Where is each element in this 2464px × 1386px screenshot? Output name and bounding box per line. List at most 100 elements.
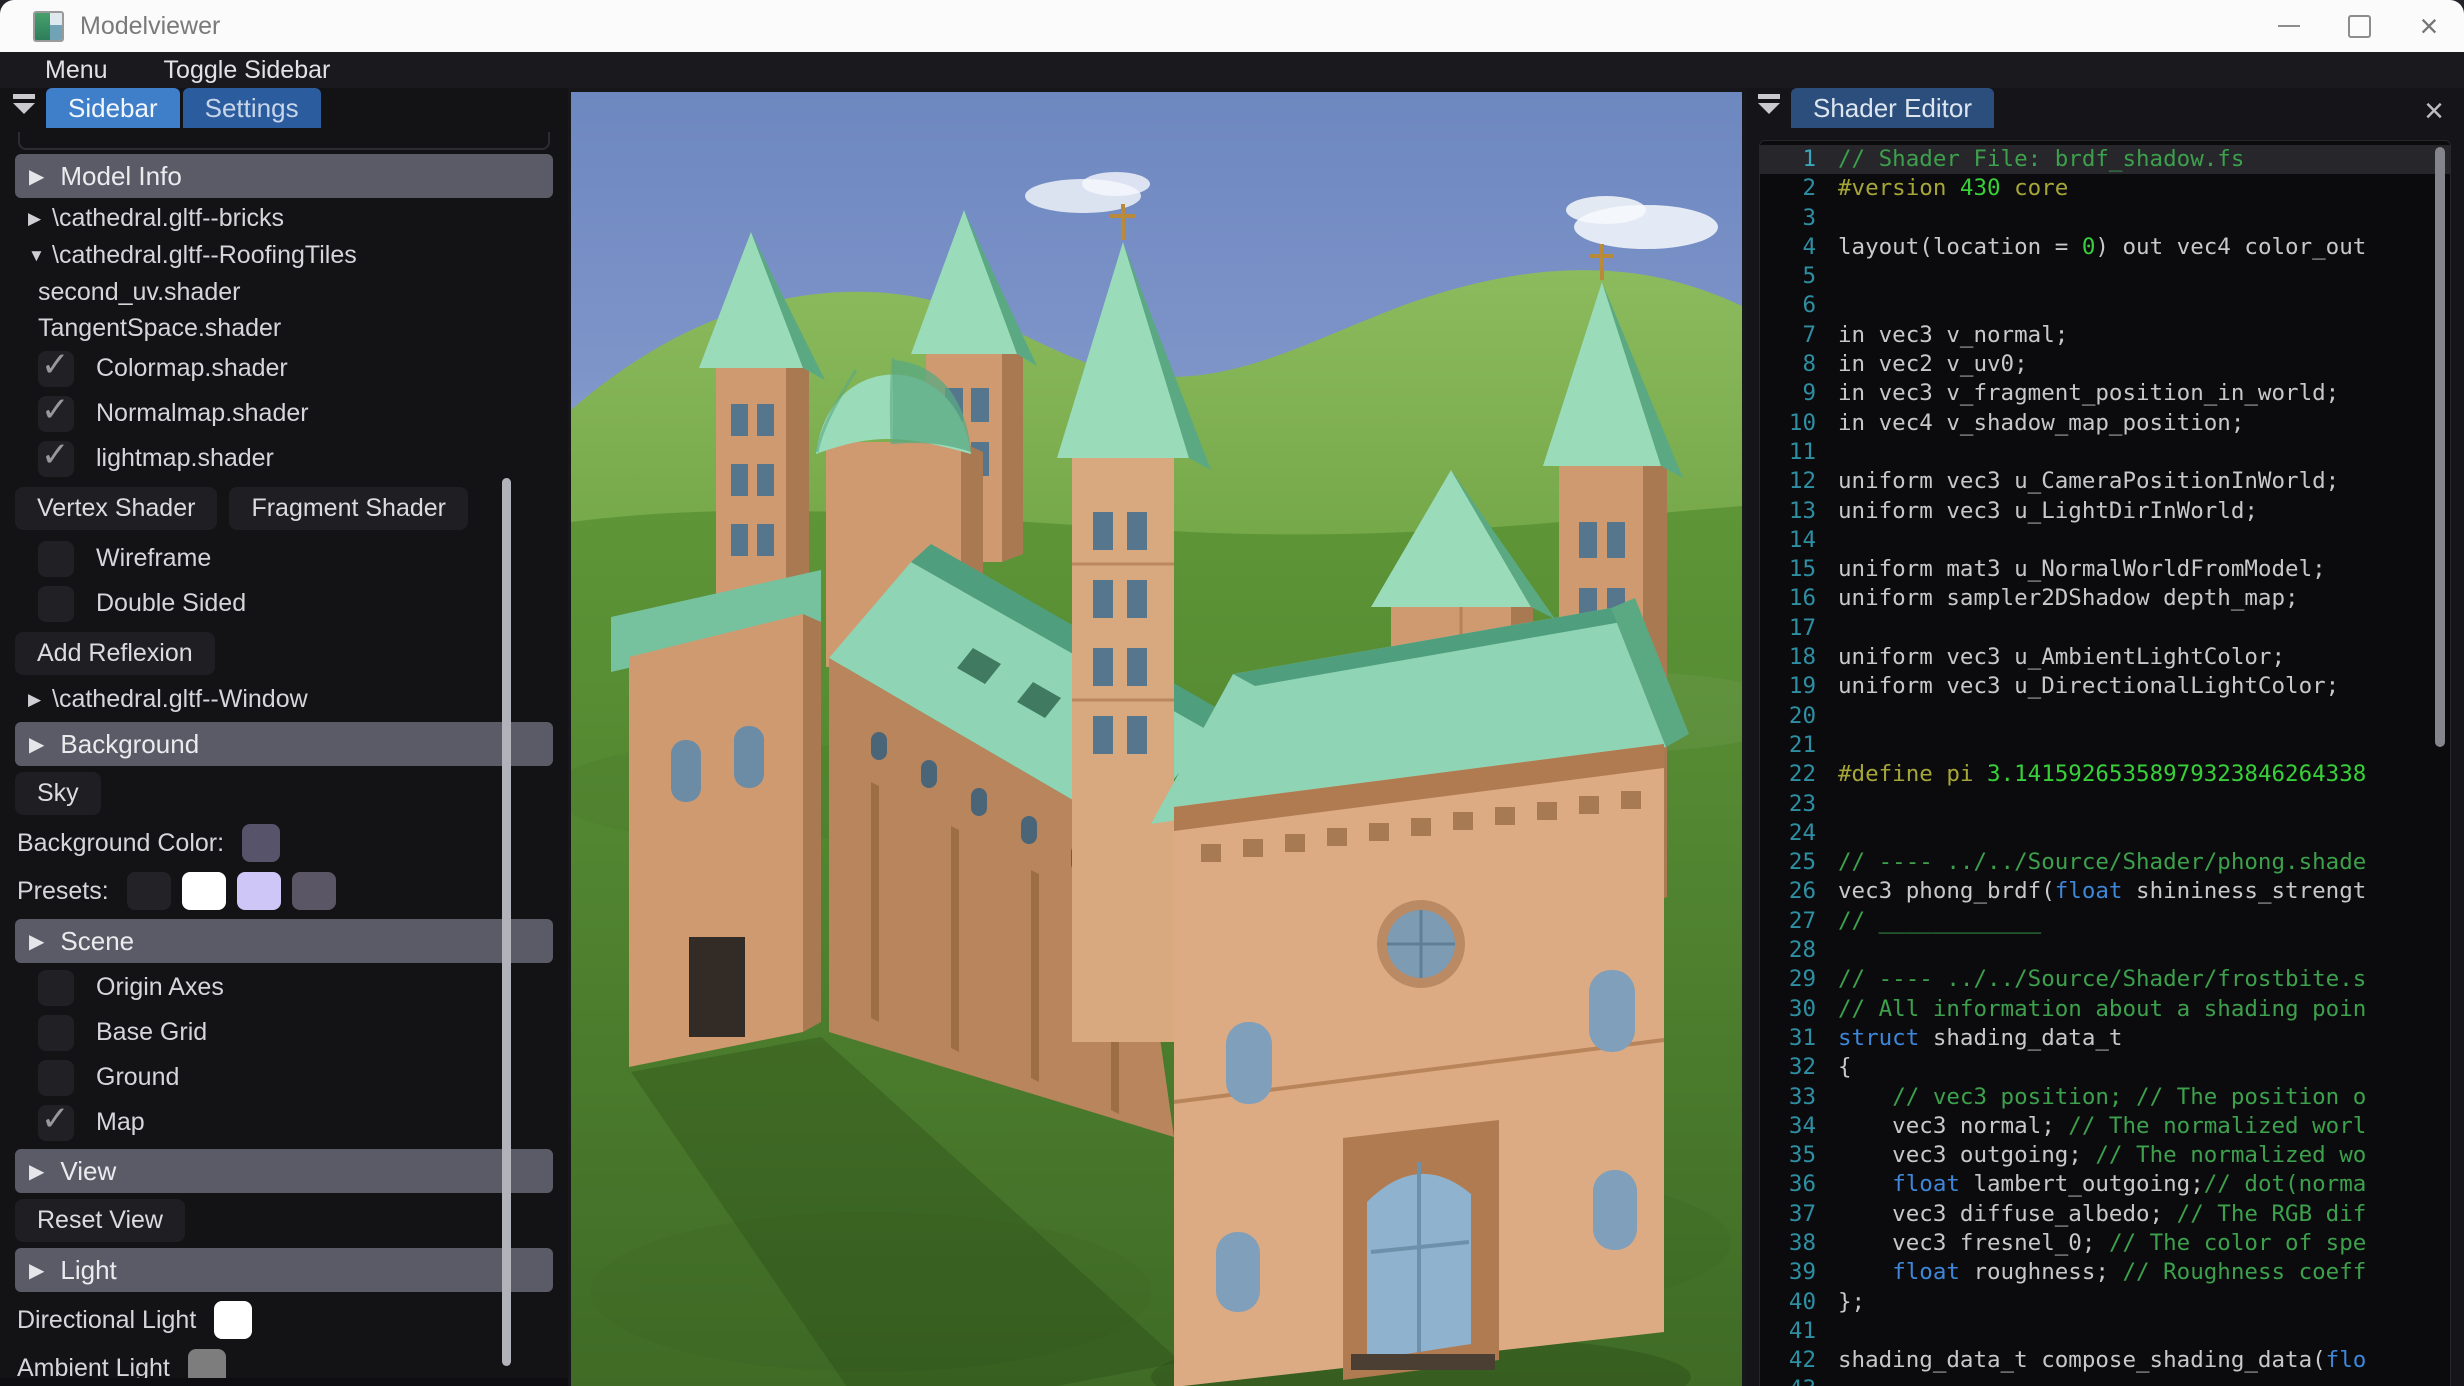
code-line-12[interactable]: 12uniform vec3 u_CameraPositionInWorld; bbox=[1760, 467, 2450, 496]
code-line-38[interactable]: 38 vec3 fresnel_0; // The color of spe bbox=[1760, 1229, 2450, 1258]
checkbox-row-map[interactable]: ✓Map bbox=[0, 1100, 568, 1145]
code-line-40[interactable]: 40}; bbox=[1760, 1288, 2450, 1317]
code-line-9[interactable]: 9in vec3 v_fragment_position_in_world; bbox=[1760, 379, 2450, 408]
code-line-18[interactable]: 18uniform vec3 u_AmbientLightColor; bbox=[1760, 643, 2450, 672]
checkbox-row-ground[interactable]: Ground bbox=[0, 1055, 568, 1100]
panel-collapse-icon[interactable] bbox=[12, 94, 36, 114]
tab-settings[interactable]: Settings bbox=[183, 88, 321, 128]
code-segment: uniform mat3 u_NormalWorldFromModel; bbox=[1838, 555, 2326, 584]
code-segment: #define pi bbox=[1838, 760, 1987, 789]
minimize-button[interactable] bbox=[2254, 0, 2324, 52]
tree-item-cathedral-gltf-roofingtiles[interactable]: ▼\cathedral.gltf--RoofingTiles bbox=[0, 237, 568, 274]
code-line-35[interactable]: 35 vec3 outgoing; // The normalized wo bbox=[1760, 1141, 2450, 1170]
code-line-2[interactable]: 2#version 430 core bbox=[1760, 174, 2450, 203]
section-header-light[interactable]: ▶Light bbox=[15, 1248, 553, 1292]
color-swatch-presets-3[interactable] bbox=[292, 872, 336, 910]
checkbox-row-origin-axes[interactable]: Origin Axes bbox=[0, 965, 568, 1010]
code-line-27[interactable]: 27// ____________ bbox=[1760, 907, 2450, 936]
code-line-17[interactable]: 17 bbox=[1760, 614, 2450, 643]
code-line-16[interactable]: 16uniform sampler2DShadow depth_map; bbox=[1760, 584, 2450, 613]
code-line-41[interactable]: 41 bbox=[1760, 1317, 2450, 1346]
checkbox-row-colormap-shader[interactable]: ✓Colormap.shader bbox=[0, 346, 568, 391]
code-line-25[interactable]: 25// ---- ../../Source/Shader/phong.shad… bbox=[1760, 848, 2450, 877]
code-line-21[interactable]: 21 bbox=[1760, 731, 2450, 760]
code-line-1[interactable]: 1// Shader File: brdf_shadow.fs bbox=[1760, 145, 2450, 174]
code-line-32[interactable]: 32{ bbox=[1760, 1053, 2450, 1082]
checkbox-base-grid[interactable] bbox=[38, 1015, 74, 1051]
color-swatch-presets-1[interactable] bbox=[182, 872, 226, 910]
code-line-30[interactable]: 30// All information about a shading poi… bbox=[1760, 995, 2450, 1024]
code-line-20[interactable]: 20 bbox=[1760, 702, 2450, 731]
fragment-shader-button[interactable]: Fragment Shader bbox=[229, 487, 468, 530]
checkbox-row-double-sided[interactable]: Double Sided bbox=[0, 581, 568, 626]
code-line-7[interactable]: 7in vec3 v_normal; bbox=[1760, 321, 2450, 350]
code-line-24[interactable]: 24 bbox=[1760, 819, 2450, 848]
code-line-5[interactable]: 5 bbox=[1760, 262, 2450, 291]
color-swatch-background-color-0[interactable] bbox=[242, 824, 280, 862]
code-line-42[interactable]: 42shading_data_t compose_shading_data(fl… bbox=[1760, 1346, 2450, 1375]
code-vertical-scrollbar[interactable] bbox=[2435, 147, 2445, 747]
checkbox-row-base-grid[interactable]: Base Grid bbox=[0, 1010, 568, 1055]
checkbox-colormap-shader[interactable]: ✓ bbox=[38, 351, 74, 387]
code-line-26[interactable]: 26vec3 phong_brdf(float shininess_streng… bbox=[1760, 877, 2450, 906]
code-line-4[interactable]: 4layout(location = 0) out vec4 color_out bbox=[1760, 233, 2450, 262]
checkbox-row-normalmap-shader[interactable]: ✓Normalmap.shader bbox=[0, 391, 568, 436]
section-header-scene[interactable]: ▶Scene bbox=[15, 919, 553, 963]
code-line-15[interactable]: 15uniform mat3 u_NormalWorldFromModel; bbox=[1760, 555, 2450, 584]
code-line-11[interactable]: 11 bbox=[1760, 438, 2450, 467]
code-line-28[interactable]: 28 bbox=[1760, 936, 2450, 965]
checkbox-row-wireframe[interactable]: Wireframe bbox=[0, 536, 568, 581]
code-line-36[interactable]: 36 float lambert_outgoing;// dot(norma bbox=[1760, 1170, 2450, 1199]
code-line-23[interactable]: 23 bbox=[1760, 790, 2450, 819]
section-header-view[interactable]: ▶View bbox=[15, 1149, 553, 1193]
tab-shader-editor[interactable]: Shader Editor bbox=[1791, 88, 1994, 128]
list-item-second-uv-shader[interactable]: second_uv.shader bbox=[0, 274, 568, 310]
menu-item-menu[interactable]: Menu bbox=[45, 56, 108, 85]
code-line-39[interactable]: 39 float roughness; // Roughness coeff bbox=[1760, 1258, 2450, 1287]
code-line-6[interactable]: 6 bbox=[1760, 291, 2450, 320]
code-line-29[interactable]: 29// ---- ../../Source/Shader/frostbite.… bbox=[1760, 965, 2450, 994]
sidebar-scrollbar[interactable] bbox=[502, 478, 511, 1366]
checkbox-lightmap-shader[interactable]: ✓ bbox=[38, 441, 74, 477]
checkbox-ground[interactable] bbox=[38, 1060, 74, 1096]
color-swatch-presets-0[interactable] bbox=[127, 872, 171, 910]
menu-item-toggle-sidebar[interactable]: Toggle Sidebar bbox=[164, 56, 331, 85]
code-line-8[interactable]: 8in vec2 v_uv0; bbox=[1760, 350, 2450, 379]
checkbox-map[interactable]: ✓ bbox=[38, 1105, 74, 1141]
list-item-tangentspace-shader[interactable]: TangentSpace.shader bbox=[0, 310, 568, 346]
code-line-13[interactable]: 13uniform vec3 u_LightDirInWorld; bbox=[1760, 497, 2450, 526]
code-line-34[interactable]: 34 vec3 normal; // The normalized worl bbox=[1760, 1112, 2450, 1141]
close-button[interactable]: × bbox=[2394, 0, 2464, 52]
section-header-model-info[interactable]: ▶Model Info bbox=[15, 154, 553, 198]
color-swatch-presets-2[interactable] bbox=[237, 872, 281, 910]
reset-view-button[interactable]: Reset View bbox=[15, 1199, 185, 1242]
checkbox-normalmap-shader[interactable]: ✓ bbox=[38, 396, 74, 432]
code-line-43[interactable]: 43 bbox=[1760, 1375, 2450, 1386]
color-swatch-ambient-light-0[interactable] bbox=[188, 1349, 226, 1378]
section-header-background[interactable]: ▶Background bbox=[15, 722, 553, 766]
vertex-shader-button[interactable]: Vertex Shader bbox=[15, 487, 217, 530]
shader-editor-close-icon[interactable]: × bbox=[2424, 92, 2444, 131]
checkbox-wireframe[interactable] bbox=[38, 541, 74, 577]
tree-item-cathedral-gltf-bricks[interactable]: ▶\cathedral.gltf--bricks bbox=[0, 200, 568, 237]
code-line-37[interactable]: 37 vec3 diffuse_albedo; // The RGB dif bbox=[1760, 1200, 2450, 1229]
checkbox-row-lightmap-shader[interactable]: ✓lightmap.shader bbox=[0, 436, 568, 481]
panel-collapse-icon[interactable] bbox=[1757, 94, 1781, 114]
code-line-3[interactable]: 3 bbox=[1760, 204, 2450, 233]
maximize-button[interactable] bbox=[2324, 0, 2394, 52]
viewport-3d[interactable] bbox=[568, 88, 1742, 1386]
tree-item-cathedral-gltf-window[interactable]: ▶\cathedral.gltf--Window bbox=[0, 681, 568, 718]
code-line-14[interactable]: 14 bbox=[1760, 526, 2450, 555]
shader-code-editor[interactable]: 1// Shader File: brdf_shadow.fs2#version… bbox=[1759, 140, 2451, 1386]
code-line-33[interactable]: 33 // vec3 position; // The position o bbox=[1760, 1083, 2450, 1112]
tab-sidebar[interactable]: Sidebar bbox=[46, 88, 180, 128]
sky-button[interactable]: Sky bbox=[15, 772, 101, 815]
checkbox-double-sided[interactable] bbox=[38, 586, 74, 622]
add-reflexion-button[interactable]: Add Reflexion bbox=[15, 632, 215, 675]
code-line-10[interactable]: 10in vec4 v_shadow_map_position; bbox=[1760, 409, 2450, 438]
checkbox-origin-axes[interactable] bbox=[38, 970, 74, 1006]
code-line-31[interactable]: 31struct shading_data_t bbox=[1760, 1024, 2450, 1053]
code-line-19[interactable]: 19uniform vec3 u_DirectionalLightColor; bbox=[1760, 672, 2450, 701]
code-line-22[interactable]: 22#define pi 3.1415926535897932384626433… bbox=[1760, 760, 2450, 789]
color-swatch-directional-light-0[interactable] bbox=[214, 1301, 252, 1339]
